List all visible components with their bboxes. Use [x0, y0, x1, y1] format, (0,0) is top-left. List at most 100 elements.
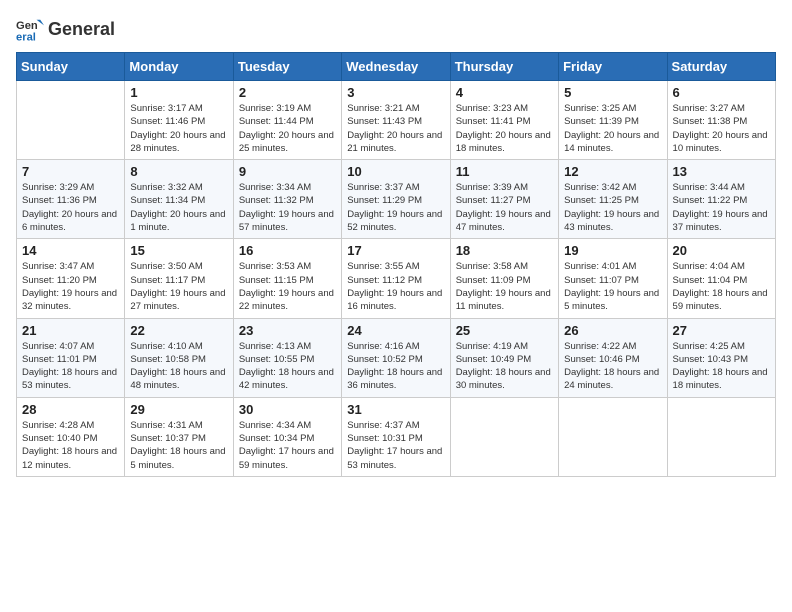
calendar-cell: 21Sunrise: 4:07 AMSunset: 11:01 PMDaylig… — [17, 318, 125, 397]
day-number: 12 — [564, 164, 661, 179]
day-info: Sunrise: 4:28 AMSunset: 10:40 PMDaylight… — [22, 419, 119, 472]
svg-text:eral: eral — [16, 31, 36, 43]
calendar-cell: 17 Sunrise: 3:55 AMSunset: 11:12 PMDaylig… — [342, 239, 450, 318]
calendar-cell: 5 Sunrise: 3:25 AMSunset: 11:39 PMDayligh… — [559, 81, 667, 160]
day-info: Sunrise: 3:21 AMSunset: 11:43 PMDaylight… — [347, 102, 444, 155]
day-number: 11 — [456, 164, 553, 179]
day-info: Sunrise: 3:23 AMSunset: 11:41 PMDaylight… — [456, 102, 553, 155]
week-row-5: 28 Sunrise: 4:28 AMSunset: 10:40 PMDaylig… — [17, 397, 776, 476]
calendar-cell: 15 Sunrise: 3:50 AMSunset: 11:17 PMDaylig… — [125, 239, 233, 318]
day-number: 19 — [564, 243, 661, 258]
day-number: 7 — [22, 164, 119, 179]
day-number: 4 — [456, 85, 553, 100]
weekday-header-wednesday: Wednesday — [342, 53, 450, 81]
day-number: 31 — [347, 402, 444, 417]
svg-text:Gen: Gen — [16, 20, 38, 32]
day-number: 27 — [673, 323, 770, 338]
day-info: Sunrise: 4:13 AMSunset: 10:55 PMDaylight… — [239, 340, 336, 393]
week-row-2: 7 Sunrise: 3:29 AMSunset: 11:36 PMDayligh… — [17, 160, 776, 239]
day-info: Sunrise: 3:37 AMSunset: 11:29 PMDaylight… — [347, 181, 444, 234]
day-number: 26 — [564, 323, 661, 338]
calendar-cell — [450, 397, 558, 476]
calendar-cell: 30 Sunrise: 4:34 AMSunset: 10:34 PMDaylig… — [233, 397, 341, 476]
day-number: 25 — [456, 323, 553, 338]
calendar-cell: 18 Sunrise: 3:58 AMSunset: 11:09 PMDaylig… — [450, 239, 558, 318]
day-info: Sunrise: 3:44 AMSunset: 11:22 PMDaylight… — [673, 181, 770, 234]
weekday-header-sunday: Sunday — [17, 53, 125, 81]
day-info: Sunrise: 3:34 AMSunset: 11:32 PMDaylight… — [239, 181, 336, 234]
day-info: Sunrise: 3:25 AMSunset: 11:39 PMDaylight… — [564, 102, 661, 155]
day-number: 29 — [130, 402, 227, 417]
day-info: Sunrise: 4:31 AMSunset: 10:37 PMDaylight… — [130, 419, 227, 472]
day-info: Sunrise: 3:17 AMSunset: 11:46 PMDaylight… — [130, 102, 227, 155]
day-info: Sunrise: 3:55 AMSunset: 11:12 PMDaylight… — [347, 260, 444, 313]
day-info: Sunrise: 4:10 AMSunset: 10:58 PMDaylight… — [130, 340, 227, 393]
weekday-header-tuesday: Tuesday — [233, 53, 341, 81]
day-number: 15 — [130, 243, 227, 258]
week-row-1: 1 Sunrise: 3:17 AMSunset: 11:46 PMDayligh… — [17, 81, 776, 160]
calendar-cell: 29 Sunrise: 4:31 AMSunset: 10:37 PMDaylig… — [125, 397, 233, 476]
day-number: 1 — [130, 85, 227, 100]
day-number: 24 — [347, 323, 444, 338]
calendar-cell: 6 Sunrise: 3:27 AMSunset: 11:38 PMDayligh… — [667, 81, 775, 160]
day-info: Sunrise: 4:07 AMSunset: 11:01 PMDaylight… — [22, 340, 119, 393]
day-info: Sunrise: 3:19 AMSunset: 11:44 PMDaylight… — [239, 102, 336, 155]
calendar-cell: 25 Sunrise: 4:19 AMSunset: 10:49 PMDaylig… — [450, 318, 558, 397]
day-number: 28 — [22, 402, 119, 417]
day-number: 30 — [239, 402, 336, 417]
logo: Gen eral General — [16, 16, 115, 44]
day-number: 5 — [564, 85, 661, 100]
calendar-cell: 10 Sunrise: 3:37 AMSunset: 11:29 PMDaylig… — [342, 160, 450, 239]
calendar-cell: 4 Sunrise: 3:23 AMSunset: 11:41 PMDayligh… — [450, 81, 558, 160]
calendar-cell: 19Sunrise: 4:01 AMSunset: 11:07 PMDaylig… — [559, 239, 667, 318]
day-info: Sunrise: 4:34 AMSunset: 10:34 PMDaylight… — [239, 419, 336, 472]
day-number: 6 — [673, 85, 770, 100]
day-number: 10 — [347, 164, 444, 179]
calendar-cell: 27Sunrise: 4:25 AMSunset: 10:43 PMDaylig… — [667, 318, 775, 397]
calendar-cell — [667, 397, 775, 476]
day-info: Sunrise: 4:37 AMSunset: 10:31 PMDaylight… — [347, 419, 444, 472]
day-number: 13 — [673, 164, 770, 179]
calendar-cell: 1 Sunrise: 3:17 AMSunset: 11:46 PMDayligh… — [125, 81, 233, 160]
calendar-cell: 11 Sunrise: 3:39 AMSunset: 11:27 PMDaylig… — [450, 160, 558, 239]
day-info: Sunrise: 3:50 AMSunset: 11:17 PMDaylight… — [130, 260, 227, 313]
day-info: Sunrise: 4:16 AMSunset: 10:52 PMDaylight… — [347, 340, 444, 393]
day-number: 20 — [673, 243, 770, 258]
day-number: 8 — [130, 164, 227, 179]
weekday-header-saturday: Saturday — [667, 53, 775, 81]
page-header: Gen eral General — [16, 16, 776, 44]
day-number: 17 — [347, 243, 444, 258]
day-info: Sunrise: 3:42 AMSunset: 11:25 PMDaylight… — [564, 181, 661, 234]
day-info: Sunrise: 3:29 AMSunset: 11:36 PMDaylight… — [22, 181, 119, 234]
calendar-cell: 9 Sunrise: 3:34 AMSunset: 11:32 PMDayligh… — [233, 160, 341, 239]
calendar-cell: 16Sunrise: 3:53 AMSunset: 11:15 PMDaylig… — [233, 239, 341, 318]
calendar-cell: 14 Sunrise: 3:47 AMSunset: 11:20 PMDaylig… — [17, 239, 125, 318]
day-info: Sunrise: 3:39 AMSunset: 11:27 PMDaylight… — [456, 181, 553, 234]
day-info: Sunrise: 3:58 AMSunset: 11:09 PMDaylight… — [456, 260, 553, 313]
week-row-4: 21Sunrise: 4:07 AMSunset: 11:01 PMDaylig… — [17, 318, 776, 397]
calendar-cell: 28 Sunrise: 4:28 AMSunset: 10:40 PMDaylig… — [17, 397, 125, 476]
day-info: Sunrise: 4:04 AMSunset: 11:04 PMDaylight… — [673, 260, 770, 313]
day-info: Sunrise: 3:32 AMSunset: 11:34 PMDaylight… — [130, 181, 227, 234]
calendar-cell: 3Sunrise: 3:21 AMSunset: 11:43 PMDayligh… — [342, 81, 450, 160]
calendar-cell: 13 Sunrise: 3:44 AMSunset: 11:22 PMDaylig… — [667, 160, 775, 239]
calendar-cell — [559, 397, 667, 476]
calendar-cell: 7 Sunrise: 3:29 AMSunset: 11:36 PMDayligh… — [17, 160, 125, 239]
day-number: 9 — [239, 164, 336, 179]
calendar-cell: 31 Sunrise: 4:37 AMSunset: 10:31 PMDaylig… — [342, 397, 450, 476]
calendar-cell: 22 Sunrise: 4:10 AMSunset: 10:58 PMDaylig… — [125, 318, 233, 397]
day-number: 14 — [22, 243, 119, 258]
day-number: 22 — [130, 323, 227, 338]
calendar-cell: 24 Sunrise: 4:16 AMSunset: 10:52 PMDaylig… — [342, 318, 450, 397]
calendar-cell: 12 Sunrise: 3:42 AMSunset: 11:25 PMDaylig… — [559, 160, 667, 239]
day-info: Sunrise: 3:47 AMSunset: 11:20 PMDaylight… — [22, 260, 119, 313]
calendar-table: SundayMondayTuesdayWednesdayThursdayFrid… — [16, 52, 776, 477]
logo-icon: Gen eral — [16, 16, 44, 44]
day-number: 23 — [239, 323, 336, 338]
day-info: Sunrise: 3:27 AMSunset: 11:38 PMDaylight… — [673, 102, 770, 155]
day-info: Sunrise: 4:19 AMSunset: 10:49 PMDaylight… — [456, 340, 553, 393]
calendar-cell: 20 Sunrise: 4:04 AMSunset: 11:04 PMDaylig… — [667, 239, 775, 318]
day-number: 18 — [456, 243, 553, 258]
day-number: 16 — [239, 243, 336, 258]
calendar-cell: 2Sunrise: 3:19 AMSunset: 11:44 PMDayligh… — [233, 81, 341, 160]
